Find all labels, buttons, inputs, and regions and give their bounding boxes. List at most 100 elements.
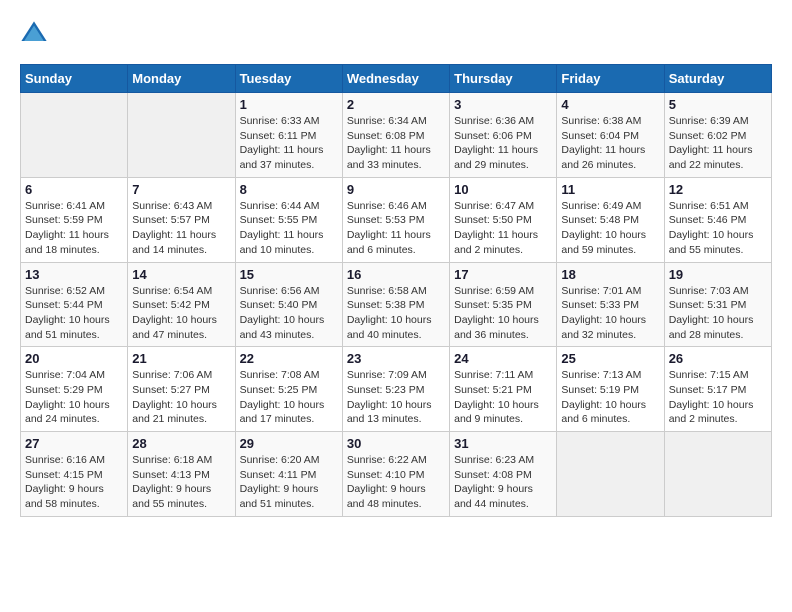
calendar-cell: 16 Sunrise: 6:58 AM Sunset: 5:38 PM Dayli… bbox=[342, 262, 449, 347]
calendar-cell bbox=[128, 93, 235, 178]
calendar-cell: 15 Sunrise: 6:56 AM Sunset: 5:40 PM Dayli… bbox=[235, 262, 342, 347]
calendar-week-row: 6 Sunrise: 6:41 AM Sunset: 5:59 PM Daylig… bbox=[21, 177, 772, 262]
calendar-cell: 4Sunrise: 6:38 AM Sunset: 6:04 PM Daylig… bbox=[557, 93, 664, 178]
day-number: 20 bbox=[25, 351, 123, 366]
day-detail: Sunrise: 7:01 AM Sunset: 5:33 PM Dayligh… bbox=[561, 284, 659, 343]
day-number: 30 bbox=[347, 436, 445, 451]
day-detail: Sunrise: 6:41 AM Sunset: 5:59 PM Dayligh… bbox=[25, 199, 123, 258]
calendar-week-row: 20 Sunrise: 7:04 AM Sunset: 5:29 PM Dayli… bbox=[21, 347, 772, 432]
day-of-week-header: Friday bbox=[557, 65, 664, 93]
day-detail: Sunrise: 6:23 AM Sunset: 4:08 PM Dayligh… bbox=[454, 453, 552, 512]
calendar-cell: 21 Sunrise: 7:06 AM Sunset: 5:27 PM Dayli… bbox=[128, 347, 235, 432]
day-detail: Sunrise: 7:04 AM Sunset: 5:29 PM Dayligh… bbox=[25, 368, 123, 427]
day-number: 23 bbox=[347, 351, 445, 366]
page-header bbox=[20, 20, 772, 48]
day-number: 27 bbox=[25, 436, 123, 451]
calendar-cell: 6 Sunrise: 6:41 AM Sunset: 5:59 PM Daylig… bbox=[21, 177, 128, 262]
day-number: 31 bbox=[454, 436, 552, 451]
day-detail: Sunrise: 6:34 AM Sunset: 6:08 PM Dayligh… bbox=[347, 114, 445, 173]
logo-icon bbox=[20, 20, 48, 48]
day-detail: Sunrise: 6:56 AM Sunset: 5:40 PM Dayligh… bbox=[240, 284, 338, 343]
day-number: 2 bbox=[347, 97, 445, 112]
calendar-cell bbox=[21, 93, 128, 178]
day-number: 16 bbox=[347, 267, 445, 282]
calendar-cell: 22 Sunrise: 7:08 AM Sunset: 5:25 PM Dayli… bbox=[235, 347, 342, 432]
day-detail: Sunrise: 7:03 AM Sunset: 5:31 PM Dayligh… bbox=[669, 284, 767, 343]
day-of-week-header: Thursday bbox=[450, 65, 557, 93]
calendar-cell: 1 Sunrise: 6:33 AM Sunset: 6:11 PM Daylig… bbox=[235, 93, 342, 178]
day-number: 15 bbox=[240, 267, 338, 282]
day-detail: Sunrise: 6:49 AM Sunset: 5:48 PM Dayligh… bbox=[561, 199, 659, 258]
day-number: 11 bbox=[561, 182, 659, 197]
calendar-cell: 19Sunrise: 7:03 AM Sunset: 5:31 PM Dayli… bbox=[664, 262, 771, 347]
day-detail: Sunrise: 7:11 AM Sunset: 5:21 PM Dayligh… bbox=[454, 368, 552, 427]
day-number: 5 bbox=[669, 97, 767, 112]
day-number: 22 bbox=[240, 351, 338, 366]
calendar-cell: 20 Sunrise: 7:04 AM Sunset: 5:29 PM Dayli… bbox=[21, 347, 128, 432]
calendar-cell: 14 Sunrise: 6:54 AM Sunset: 5:42 PM Dayli… bbox=[128, 262, 235, 347]
calendar-header: SundayMondayTuesdayWednesdayThursdayFrid… bbox=[21, 65, 772, 93]
day-number: 17 bbox=[454, 267, 552, 282]
day-number: 21 bbox=[132, 351, 230, 366]
calendar-cell: 9 Sunrise: 6:46 AM Sunset: 5:53 PM Daylig… bbox=[342, 177, 449, 262]
calendar-cell: 17 Sunrise: 6:59 AM Sunset: 5:35 PM Dayli… bbox=[450, 262, 557, 347]
day-number: 18 bbox=[561, 267, 659, 282]
day-number: 10 bbox=[454, 182, 552, 197]
day-number: 1 bbox=[240, 97, 338, 112]
day-of-week-header: Sunday bbox=[21, 65, 128, 93]
day-number: 9 bbox=[347, 182, 445, 197]
day-number: 12 bbox=[669, 182, 767, 197]
day-detail: Sunrise: 6:38 AM Sunset: 6:04 PM Dayligh… bbox=[561, 114, 659, 173]
day-number: 7 bbox=[132, 182, 230, 197]
calendar-week-row: 13 Sunrise: 6:52 AM Sunset: 5:44 PM Dayli… bbox=[21, 262, 772, 347]
calendar-cell: 7 Sunrise: 6:43 AM Sunset: 5:57 PM Daylig… bbox=[128, 177, 235, 262]
day-detail: Sunrise: 6:51 AM Sunset: 5:46 PM Dayligh… bbox=[669, 199, 767, 258]
day-detail: Sunrise: 6:16 AM Sunset: 4:15 PM Dayligh… bbox=[25, 453, 123, 512]
day-of-week-header: Monday bbox=[128, 65, 235, 93]
day-of-week-header: Saturday bbox=[664, 65, 771, 93]
day-number: 14 bbox=[132, 267, 230, 282]
calendar-cell bbox=[557, 432, 664, 517]
calendar-cell: 28Sunrise: 6:18 AM Sunset: 4:13 PM Dayli… bbox=[128, 432, 235, 517]
day-detail: Sunrise: 6:59 AM Sunset: 5:35 PM Dayligh… bbox=[454, 284, 552, 343]
day-number: 3 bbox=[454, 97, 552, 112]
day-of-week-header: Wednesday bbox=[342, 65, 449, 93]
calendar-week-row: 27 Sunrise: 6:16 AM Sunset: 4:15 PM Dayli… bbox=[21, 432, 772, 517]
day-detail: Sunrise: 7:06 AM Sunset: 5:27 PM Dayligh… bbox=[132, 368, 230, 427]
calendar-cell: 5 Sunrise: 6:39 AM Sunset: 6:02 PM Daylig… bbox=[664, 93, 771, 178]
day-detail: Sunrise: 6:52 AM Sunset: 5:44 PM Dayligh… bbox=[25, 284, 123, 343]
calendar-week-row: 1 Sunrise: 6:33 AM Sunset: 6:11 PM Daylig… bbox=[21, 93, 772, 178]
calendar-cell: 12 Sunrise: 6:51 AM Sunset: 5:46 PM Dayli… bbox=[664, 177, 771, 262]
calendar-cell: 26Sunrise: 7:15 AM Sunset: 5:17 PM Dayli… bbox=[664, 347, 771, 432]
day-detail: Sunrise: 6:54 AM Sunset: 5:42 PM Dayligh… bbox=[132, 284, 230, 343]
day-detail: Sunrise: 7:08 AM Sunset: 5:25 PM Dayligh… bbox=[240, 368, 338, 427]
calendar-cell: 2 Sunrise: 6:34 AM Sunset: 6:08 PM Daylig… bbox=[342, 93, 449, 178]
day-detail: Sunrise: 6:20 AM Sunset: 4:11 PM Dayligh… bbox=[240, 453, 338, 512]
calendar-cell: 3 Sunrise: 6:36 AM Sunset: 6:06 PM Daylig… bbox=[450, 93, 557, 178]
day-detail: Sunrise: 6:36 AM Sunset: 6:06 PM Dayligh… bbox=[454, 114, 552, 173]
calendar-cell: 30Sunrise: 6:22 AM Sunset: 4:10 PM Dayli… bbox=[342, 432, 449, 517]
day-detail: Sunrise: 7:09 AM Sunset: 5:23 PM Dayligh… bbox=[347, 368, 445, 427]
day-of-week-header: Tuesday bbox=[235, 65, 342, 93]
calendar-cell: 27 Sunrise: 6:16 AM Sunset: 4:15 PM Dayli… bbox=[21, 432, 128, 517]
day-number: 24 bbox=[454, 351, 552, 366]
day-number: 25 bbox=[561, 351, 659, 366]
day-number: 8 bbox=[240, 182, 338, 197]
day-detail: Sunrise: 6:18 AM Sunset: 4:13 PM Dayligh… bbox=[132, 453, 230, 512]
calendar-table: SundayMondayTuesdayWednesdayThursdayFrid… bbox=[20, 64, 772, 517]
logo bbox=[20, 20, 52, 48]
day-detail: Sunrise: 6:44 AM Sunset: 5:55 PM Dayligh… bbox=[240, 199, 338, 258]
calendar-cell: 11 Sunrise: 6:49 AM Sunset: 5:48 PM Dayli… bbox=[557, 177, 664, 262]
day-number: 13 bbox=[25, 267, 123, 282]
calendar-cell: 23 Sunrise: 7:09 AM Sunset: 5:23 PM Dayli… bbox=[342, 347, 449, 432]
day-number: 6 bbox=[25, 182, 123, 197]
calendar-cell: 13 Sunrise: 6:52 AM Sunset: 5:44 PM Dayli… bbox=[21, 262, 128, 347]
day-detail: Sunrise: 7:15 AM Sunset: 5:17 PM Dayligh… bbox=[669, 368, 767, 427]
day-detail: Sunrise: 6:46 AM Sunset: 5:53 PM Dayligh… bbox=[347, 199, 445, 258]
day-detail: Sunrise: 6:43 AM Sunset: 5:57 PM Dayligh… bbox=[132, 199, 230, 258]
calendar-cell: 25Sunrise: 7:13 AM Sunset: 5:19 PM Dayli… bbox=[557, 347, 664, 432]
day-detail: Sunrise: 6:39 AM Sunset: 6:02 PM Dayligh… bbox=[669, 114, 767, 173]
calendar-cell: 18 Sunrise: 7:01 AM Sunset: 5:33 PM Dayli… bbox=[557, 262, 664, 347]
day-detail: Sunrise: 6:58 AM Sunset: 5:38 PM Dayligh… bbox=[347, 284, 445, 343]
day-detail: Sunrise: 6:33 AM Sunset: 6:11 PM Dayligh… bbox=[240, 114, 338, 173]
